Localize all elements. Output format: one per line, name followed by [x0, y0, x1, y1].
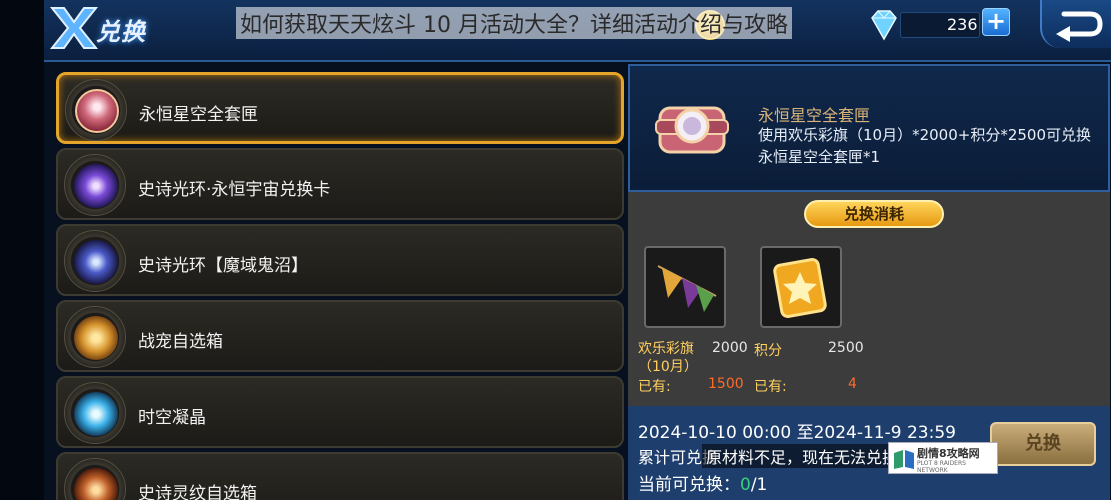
chest-pink-icon: [75, 89, 119, 133]
crystal-orb-icon: [74, 392, 118, 436]
diamond-balance: 236: [900, 12, 980, 38]
diamond-icon: [871, 10, 897, 41]
list-item-3[interactable]: 战宠自选箱: [56, 300, 624, 372]
current-exchangeable: 当前可兑换：0/1: [638, 470, 767, 495]
item-label: 史诗光环【魔域鬼沼】: [138, 256, 308, 276]
material-slot-flag[interactable]: [644, 246, 726, 328]
current-label: 当前可兑换：: [638, 475, 740, 495]
material-name: 积分: [754, 343, 782, 359]
book-logo-icon: [894, 450, 914, 469]
owned-label: 已有:: [638, 379, 671, 395]
item-label: 史诗光环·永恒宇宙兑换卡: [138, 180, 331, 200]
chest-pink-icon: [655, 106, 729, 154]
watermark-text: 剧情8攻略网: [917, 447, 980, 460]
list-item-1[interactable]: 史诗光环·永恒宇宙兑换卡: [56, 148, 624, 220]
watermark-subtext: PLOT 8 RAIDERS NETWORK: [917, 460, 966, 474]
page-title: 兑换: [96, 18, 146, 46]
current-value: 0: [740, 475, 751, 495]
detail-item-name: 永恒星空全套匣: [758, 106, 871, 125]
material-slot-points[interactable]: [760, 246, 842, 328]
item-label: 战宠自选箱: [138, 332, 223, 352]
ghost-halo-icon: [74, 240, 118, 284]
exchange-button[interactable]: 兑换: [990, 422, 1096, 466]
x-logo-icon: [49, 7, 99, 49]
site-watermark: 剧情8攻略网 PLOT 8 RAIDERS NETWORK: [888, 442, 998, 474]
festival-flag-icon: [657, 265, 717, 312]
insufficient-materials-warning: 原材料不足，现在无法兑换: [702, 444, 903, 468]
left-edge: [0, 0, 44, 500]
list-item-0[interactable]: 永恒星空全套匣: [56, 72, 624, 144]
add-diamond-button[interactable]: +: [982, 8, 1010, 36]
item-detail-panel: 永恒星空全套匣 使用欢乐彩旗（10月）*2000+积分*2500可兑换永恒星空全…: [628, 64, 1110, 192]
detail-description: 使用欢乐彩旗（10月）*2000+积分*2500可兑换永恒星空全套匣*1: [758, 126, 1092, 166]
material-name: 欢乐彩旗（10月）: [638, 341, 698, 375]
owned-label: 已有:: [754, 379, 787, 395]
cost-tab: 兑换消耗: [804, 200, 944, 228]
list-item-4[interactable]: 时空凝晶: [56, 376, 624, 448]
current-total: /1: [750, 475, 768, 495]
item-label: 永恒星空全套匣: [139, 105, 258, 125]
exchange-cost-section: 兑换消耗 欢乐彩旗（10月） 2000 已有: 1500 积分 2500 已有:…: [628, 192, 1110, 406]
article-title-overlay: 如何获取天天炫斗 10 月活动大全？详细活动介绍与攻略: [236, 7, 792, 39]
list-item-5[interactable]: 史诗灵纹自选箱: [56, 452, 624, 500]
pet-chest-icon: [74, 316, 118, 360]
owned-value: 1500: [708, 376, 744, 392]
list-item-2[interactable]: 史诗光环【魔域鬼沼】: [56, 224, 624, 296]
material-required: 2500: [828, 340, 864, 356]
item-label: 时空凝晶: [138, 408, 206, 428]
star-card-icon: [773, 258, 827, 318]
back-button[interactable]: [1040, 0, 1111, 48]
exchange-info-panel: 2024-10-10 00:00 至2024-11-9 23:59 累计可兑换 …: [628, 406, 1110, 500]
material-required: 2000: [712, 340, 748, 356]
owned-value: 4: [848, 376, 857, 392]
item-label: 史诗灵纹自选箱: [138, 484, 257, 500]
cosmic-halo-icon: [74, 164, 118, 208]
exchange-item-list[interactable]: 永恒星空全套匣 史诗光环·永恒宇宙兑换卡 史诗光环【魔域鬼沼】 战宠自选箱 时空…: [52, 68, 628, 500]
event-date-range: 2024-10-10 00:00 至2024-11-9 23:59: [638, 423, 956, 443]
back-arrow-icon: [1056, 11, 1103, 42]
